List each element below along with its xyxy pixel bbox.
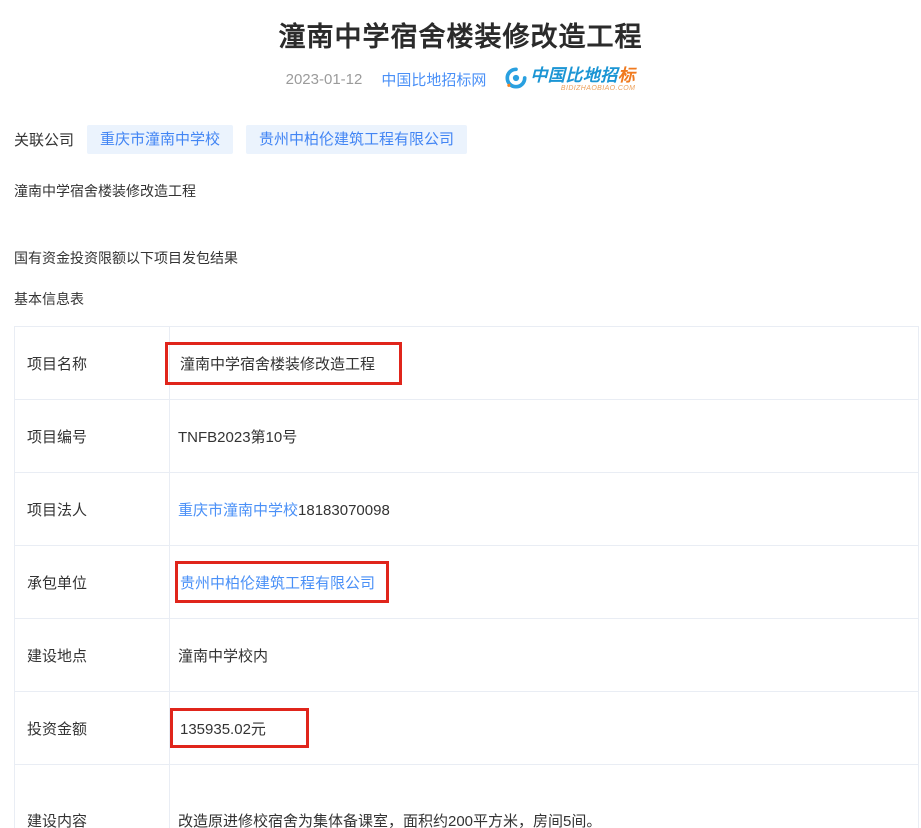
table-row-construction-content: 建设内容 改造原进修校宿舍为集体备课室，面积约200平方米，房间5间。 (15, 765, 919, 828)
related-companies: 关联公司 重庆市潼南中学校 贵州中柏伦建筑工程有限公司 (14, 125, 921, 154)
highlight-box-contractor: 贵州中柏伦建筑工程有限公司 (175, 561, 389, 603)
logo-wordmark-orange: 标 (618, 66, 636, 85)
project-title-line: 潼南中学宿舍楼装修改造工程 (14, 181, 921, 201)
logo-domain-text: BIDIZHAOBIAO.COM (530, 85, 635, 92)
table-row-project-number: 项目编号 TNFB2023第10号 (15, 400, 919, 473)
row-label: 项目编号 (15, 400, 170, 473)
result-note-line: 国有资金投资限额以下项目发包结果 (14, 248, 921, 268)
basic-info-table: 项目名称 潼南中学宿舍楼装修改造工程 项目编号 TNFB2023第10号 项目法… (14, 326, 919, 828)
logo-swirl-icon (505, 67, 527, 89)
company-tag-chongqing-tongnan-school[interactable]: 重庆市潼南中学校 (87, 125, 233, 154)
logo-text: 中国比地招标 BIDIZHAOBIAO.COM (530, 67, 635, 92)
company-tag-guizhou-zhongbailun[interactable]: 贵州中柏伦建筑工程有限公司 (246, 125, 467, 154)
logo-wordmark-blue: 中国比地招 (530, 66, 618, 85)
table-row-investment: 投资金额 135935.02元 (15, 692, 919, 765)
basic-info-table-title: 基本信息表 (14, 289, 921, 309)
legal-entity-phone: 18183070098 (298, 502, 390, 519)
investment-value: 135935.02元 (180, 718, 266, 739)
row-label: 建设地点 (15, 619, 170, 692)
article-meta: 2023-01-12 中国比地招标网 中国比地招标 BIDIZHAOBIAO.C… (0, 67, 921, 92)
row-label: 承包单位 (15, 546, 170, 619)
table-row-project-name: 项目名称 潼南中学宿舍楼装修改造工程 (15, 327, 919, 400)
article-page: 潼南中学宿舍楼装修改造工程 2023-01-12 中国比地招标网 中国比地招标 … (0, 0, 921, 828)
row-label: 建设内容 (15, 765, 170, 828)
related-companies-label: 关联公司 (14, 129, 74, 150)
source-site-link[interactable]: 中国比地招标网 (381, 69, 486, 90)
logo-wordmark: 中国比地招标 (530, 67, 635, 84)
project-name-value: 潼南中学宿舍楼装修改造工程 (180, 353, 375, 374)
site-logo: 中国比地招标 BIDIZHAOBIAO.COM (505, 67, 635, 92)
legal-entity-link[interactable]: 重庆市潼南中学校 (178, 502, 298, 519)
row-label: 项目法人 (15, 473, 170, 546)
highlight-box-project-name: 潼南中学宿舍楼装修改造工程 (165, 342, 402, 385)
row-label: 投资金额 (15, 692, 170, 765)
contractor-link[interactable]: 贵州中柏伦建筑工程有限公司 (180, 572, 375, 593)
construction-content-value: 改造原进修校宿舍为集体备课室，面积约200平方米，房间5间。 (170, 765, 919, 828)
publish-date: 2023-01-12 (286, 71, 363, 88)
table-row-legal-entity: 项目法人 重庆市潼南中学校18183070098 (15, 473, 919, 546)
location-value: 潼南中学校内 (170, 619, 919, 692)
page-title: 潼南中学宿舍楼装修改造工程 (0, 0, 921, 54)
highlight-box-investment: 135935.02元 (170, 708, 309, 748)
row-label: 项目名称 (15, 327, 170, 400)
table-row-contractor: 承包单位 贵州中柏伦建筑工程有限公司 (15, 546, 919, 619)
table-row-location: 建设地点 潼南中学校内 (15, 619, 919, 692)
project-number-value: TNFB2023第10号 (170, 400, 919, 473)
